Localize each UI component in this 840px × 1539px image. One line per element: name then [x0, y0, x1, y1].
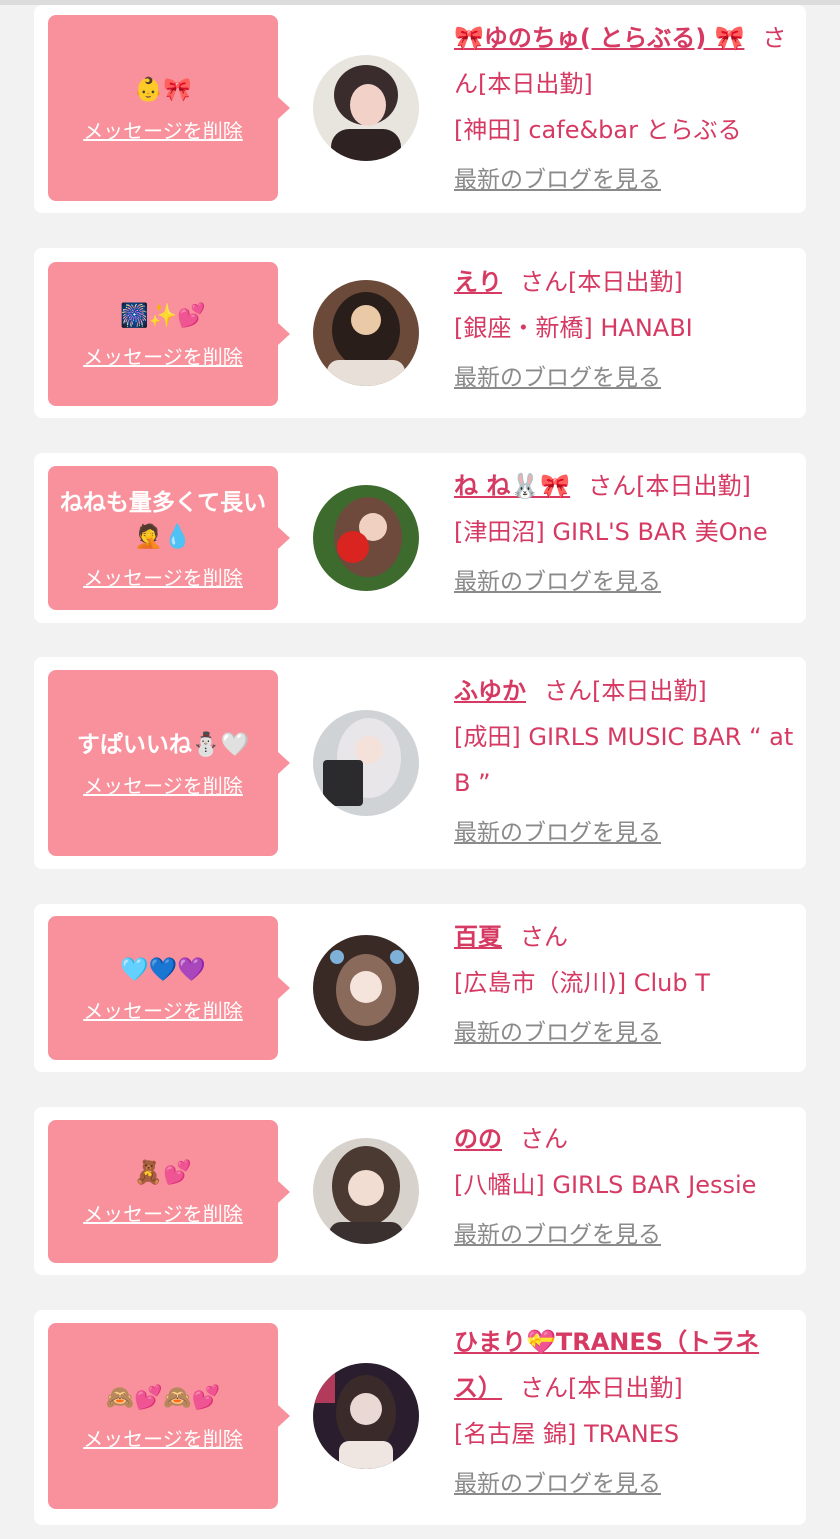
- cast-name-link[interactable]: えり: [454, 268, 502, 296]
- message-text: ねねも量多くて長い🤦💧: [59, 489, 267, 550]
- delete-message-link[interactable]: メッセージを削除: [83, 995, 243, 1024]
- message-card: すぱいいね⛄🤍 メッセージを削除 ふゆか さん[本日出勤] [成田] GIRLS …: [34, 657, 806, 869]
- latest-blog-link[interactable]: 最新のブログを見る: [454, 1212, 794, 1258]
- shop-label: [名古屋 錦] TRANES: [454, 1420, 680, 1448]
- message-bubble: すぱいいね⛄🤍 メッセージを削除: [48, 670, 290, 856]
- avatar[interactable]: [313, 710, 419, 816]
- message-card: 🧸💕 メッセージを削除 のの さん [八幡山] GIRLS BAR Jessie …: [34, 1107, 806, 1275]
- cast-info: ひまり💝TRANES（トラネス） さん[本日出勤] [名古屋 錦] TRANES …: [454, 1319, 794, 1507]
- avatar[interactable]: [313, 935, 419, 1041]
- delete-message-link[interactable]: メッセージを削除: [83, 1423, 243, 1452]
- message-bubble: 🧸💕 メッセージを削除: [48, 1120, 290, 1263]
- message-bubble: 🙈💕🙈💕 メッセージを削除: [48, 1323, 290, 1509]
- cast-suffix: さん[本日出勤]: [588, 472, 751, 500]
- latest-blog-link[interactable]: 最新のブログを見る: [454, 810, 794, 856]
- avatar[interactable]: [313, 55, 419, 161]
- cast-info: 百夏 さん [広島市（流川)] Club T 最新のブログを見る: [454, 914, 794, 1056]
- message-text: 🙈💕🙈💕: [105, 1384, 221, 1411]
- cast-name-link[interactable]: ね ね🐰🎀: [454, 472, 570, 500]
- latest-blog-link[interactable]: 最新のブログを見る: [454, 559, 794, 605]
- cast-name-link[interactable]: のの: [454, 1125, 502, 1153]
- cast-suffix: さん: [520, 1125, 568, 1153]
- cast-suffix: さん[本日出勤]: [520, 268, 683, 296]
- cast-info: ふゆか さん[本日出勤] [成田] GIRLS MUSIC BAR “ at B …: [454, 668, 794, 856]
- cast-name-link[interactable]: ふゆか: [454, 677, 526, 705]
- message-bubble: 🩵💙💜 メッセージを削除: [48, 916, 290, 1060]
- delete-message-link[interactable]: メッセージを削除: [83, 341, 243, 370]
- cast-suffix: さん[本日出勤]: [544, 677, 707, 705]
- message-text: すぱいいね⛄🤍: [76, 731, 250, 758]
- message-card: 🩵💙💜 メッセージを削除 百夏 さん [広島市（流川)] Club T 最新のブロ…: [34, 904, 806, 1072]
- message-bubble: ねねも量多くて長い🤦💧 メッセージを削除: [48, 466, 290, 610]
- cast-info: えり さん[本日出勤] [銀座・新橋] HANABI 最新のブログを見る: [454, 259, 794, 401]
- latest-blog-link[interactable]: 最新のブログを見る: [454, 1010, 794, 1056]
- message-text: 👶🎀: [134, 76, 192, 103]
- cast-suffix: さん[本日出勤]: [520, 1374, 683, 1402]
- cast-info: のの さん [八幡山] GIRLS BAR Jessie 最新のブログを見る: [454, 1116, 794, 1258]
- message-card: 👶🎀 メッセージを削除 🎀ゆのちゅ( とらぶる) 🎀 さん[本日出勤] [神田] …: [34, 5, 806, 213]
- message-card: 🙈💕🙈💕 メッセージを削除 ひまり💝TRANES（トラネス） さん[本日出勤] […: [34, 1310, 806, 1525]
- cast-name-link[interactable]: 🎀ゆのちゅ( とらぶる) 🎀: [454, 24, 744, 52]
- cast-name-link[interactable]: 百夏: [454, 923, 502, 951]
- shop-label: [津田沼] GIRL'S BAR 美One: [454, 518, 768, 546]
- avatar[interactable]: [313, 485, 419, 591]
- delete-message-link[interactable]: メッセージを削除: [83, 770, 243, 799]
- message-card: 🎆✨💕 メッセージを削除 えり さん[本日出勤] [銀座・新橋] HANABI 最…: [34, 248, 806, 418]
- cast-info: ね ね🐰🎀 さん[本日出勤] [津田沼] GIRL'S BAR 美One 最新のブ…: [454, 463, 794, 605]
- shop-label: [成田] GIRLS MUSIC BAR “ at B ”: [454, 723, 794, 797]
- latest-blog-link[interactable]: 最新のブログを見る: [454, 157, 794, 203]
- latest-blog-link[interactable]: 最新のブログを見る: [454, 355, 794, 401]
- avatar[interactable]: [313, 1363, 419, 1469]
- cast-info: 🎀ゆのちゅ( とらぶる) 🎀 さん[本日出勤] [神田] cafe&bar とらぶ…: [454, 15, 794, 203]
- delete-message-link[interactable]: メッセージを削除: [83, 562, 243, 591]
- message-card: ねねも量多くて長い🤦💧 メッセージを削除 ね ね🐰🎀 さん[本日出勤] [津田沼]…: [34, 453, 806, 623]
- message-bubble: 👶🎀 メッセージを削除: [48, 15, 290, 201]
- avatar[interactable]: [313, 1138, 419, 1244]
- message-text: 🧸💕: [134, 1160, 192, 1186]
- message-text: 🎆✨💕: [120, 302, 206, 329]
- shop-label: [銀座・新橋] HANABI: [454, 314, 693, 342]
- delete-message-link[interactable]: メッセージを削除: [83, 1198, 243, 1227]
- cast-suffix: さん: [520, 923, 568, 951]
- shop-label: [広島市（流川)] Club T: [454, 969, 710, 997]
- shop-label: [神田] cafe&bar とらぶる: [454, 116, 742, 144]
- message-text: 🩵💙💜: [120, 956, 206, 983]
- latest-blog-link[interactable]: 最新のブログを見る: [454, 1461, 794, 1507]
- message-bubble: 🎆✨💕 メッセージを削除: [48, 262, 290, 406]
- delete-message-link[interactable]: メッセージを削除: [83, 115, 243, 144]
- shop-label: [八幡山] GIRLS BAR Jessie: [454, 1171, 757, 1199]
- avatar[interactable]: [313, 280, 419, 386]
